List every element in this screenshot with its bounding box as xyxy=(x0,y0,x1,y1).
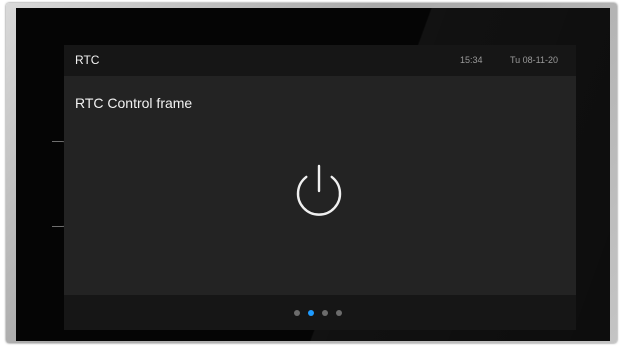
page-dot-2[interactable] xyxy=(308,310,314,316)
page-dot-1[interactable] xyxy=(294,310,300,316)
clock-date: Tu 08-11-20 xyxy=(510,55,559,65)
frame-title: RTC Control frame xyxy=(75,95,193,111)
bottom-bar xyxy=(64,295,576,330)
page-dot-4[interactable] xyxy=(336,310,342,316)
page-dot-3[interactable] xyxy=(322,310,328,316)
power-button[interactable] xyxy=(284,157,354,227)
power-icon xyxy=(296,164,342,216)
clock-time: 15:34 xyxy=(460,55,483,65)
page-title: RTC xyxy=(75,53,100,67)
screen: RTC 15:34 Tu 08-11-20 RTC Control frame xyxy=(64,45,576,330)
top-bar: RTC 15:34 Tu 08-11-20 xyxy=(64,45,576,76)
page-indicator xyxy=(294,309,342,317)
